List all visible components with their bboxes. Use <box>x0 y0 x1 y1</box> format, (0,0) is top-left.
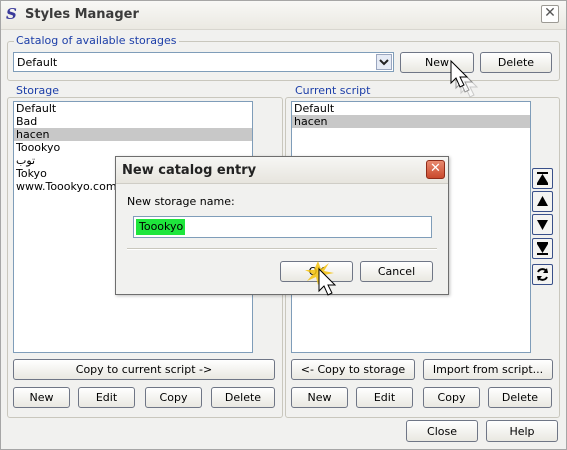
list-item[interactable]: Toookyo <box>14 141 252 154</box>
storage-delete-button[interactable]: Delete <box>211 387 275 408</box>
storage-group-label: Storage <box>14 84 62 97</box>
script-edit-button[interactable]: Edit <box>356 387 413 408</box>
click-cursor-icon <box>302 257 342 302</box>
list-item-selected[interactable]: hacen <box>292 115 530 128</box>
copy-to-current-script-button[interactable]: Copy to current script -> <box>13 359 275 380</box>
mouse-cursor-icon <box>447 57 493 117</box>
catalog-select[interactable]: Default <box>13 52 394 72</box>
storage-copy-button[interactable]: Copy <box>145 387 202 408</box>
new-catalog-entry-dialog: New catalog entry ✕ New storage name: To… <box>115 156 449 296</box>
list-item[interactable]: Default <box>292 102 530 115</box>
dialog-close-button[interactable]: ✕ <box>426 160 445 179</box>
dialog-divider <box>127 248 437 250</box>
close-icon: ✕ <box>544 5 556 21</box>
script-copy-button[interactable]: Copy <box>423 387 480 408</box>
move-up-icon[interactable] <box>532 191 553 212</box>
catalog-select-value: Default <box>17 56 58 69</box>
app-icon: S <box>6 5 17 23</box>
storage-name-label: New storage name: <box>127 195 235 208</box>
copy-to-storage-button[interactable]: <- Copy to storage <box>291 359 415 380</box>
help-button[interactable]: Help <box>486 420 558 442</box>
chevron-down-icon[interactable] <box>376 54 392 70</box>
move-down-icon[interactable] <box>532 214 553 235</box>
current-script-group-label: Current script <box>293 84 373 97</box>
window-title: Styles Manager <box>25 7 139 22</box>
refresh-icon[interactable] <box>532 264 553 285</box>
storage-name-input[interactable]: Toookyo <box>133 216 432 238</box>
list-item[interactable]: Default <box>14 102 252 115</box>
storage-edit-button[interactable]: Edit <box>78 387 135 408</box>
window-close-button[interactable]: ✕ <box>541 5 559 23</box>
script-delete-button[interactable]: Delete <box>488 387 552 408</box>
list-item[interactable]: Bad <box>14 115 252 128</box>
dialog-cancel-button[interactable]: Cancel <box>360 261 433 282</box>
move-bottom-icon[interactable] <box>532 238 553 259</box>
dialog-title: New catalog entry <box>122 163 257 178</box>
import-from-script-button[interactable]: Import from script... <box>423 359 553 380</box>
close-icon: ✕ <box>430 161 441 176</box>
list-item-selected[interactable]: hacen <box>14 128 252 141</box>
close-button[interactable]: Close <box>406 420 478 442</box>
move-top-icon[interactable] <box>532 168 553 189</box>
storage-new-button[interactable]: New <box>13 387 70 408</box>
script-new-button[interactable]: New <box>291 387 348 408</box>
storage-name-value: Toookyo <box>136 219 185 235</box>
catalog-group-label: Catalog of available storages <box>14 34 179 47</box>
